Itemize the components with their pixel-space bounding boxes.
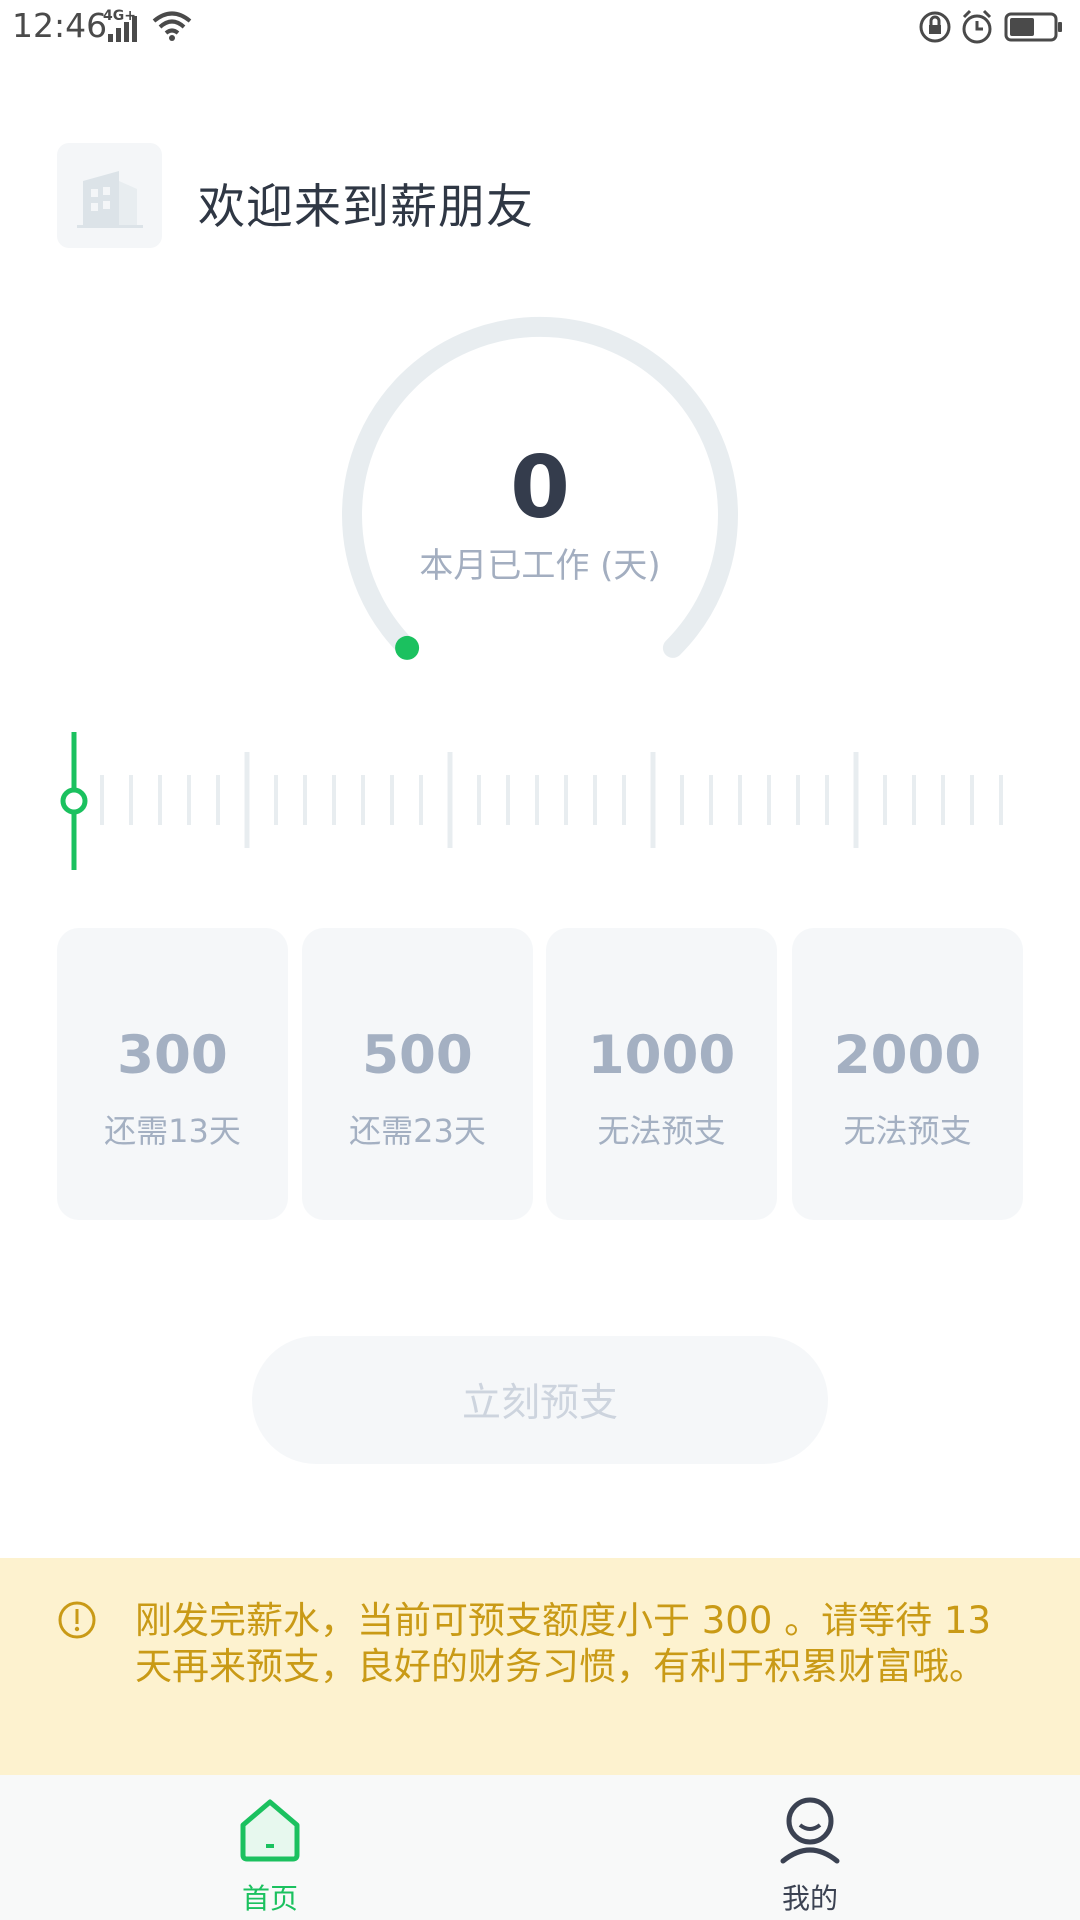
wifi-icon xyxy=(152,11,192,41)
advance-note: 无法预支 xyxy=(597,1112,726,1150)
company-logo xyxy=(57,143,162,248)
advance-amount: 2000 xyxy=(833,1025,982,1086)
user-icon xyxy=(780,1797,840,1864)
advance-option-500[interactable]: 500 还需23天 xyxy=(302,928,533,1220)
signal-icon xyxy=(108,16,137,42)
advance-note: 无法预支 xyxy=(843,1112,972,1150)
welcome-title: 欢迎来到薪朋友 xyxy=(198,180,534,235)
advance-option-1000[interactable]: 1000 无法预支 xyxy=(546,928,777,1220)
advance-option-2000[interactable]: 2000 无法预支 xyxy=(792,928,1023,1220)
workdays-label: 本月已工作 (天) xyxy=(419,546,661,586)
nav-mine[interactable]: 我的 xyxy=(710,1775,910,1920)
notice-text: 刚发完薪水，当前可预支额度小于 300 。请等待 13 天再来预支，良好的财务习… xyxy=(135,1599,991,1688)
workdays-ruler[interactable] xyxy=(55,725,1025,875)
status-bar: 12:46 4G+ xyxy=(0,0,1080,56)
home-icon xyxy=(240,1799,300,1862)
alarm-icon xyxy=(962,9,992,44)
status-time: 12:46 xyxy=(12,6,108,45)
advance-amount: 300 xyxy=(117,1025,228,1086)
lock-rotation-icon xyxy=(919,11,951,43)
nav-mine-label: 我的 xyxy=(781,1882,838,1915)
advance-now-button[interactable]: 立刻预支 xyxy=(252,1336,828,1464)
nav-home[interactable]: 首页 xyxy=(170,1775,370,1920)
advance-amount: 500 xyxy=(362,1025,473,1086)
building-icon xyxy=(77,171,143,228)
gauge-progress-dot xyxy=(395,635,420,660)
bottom-nav: 首页 我的 xyxy=(0,1775,1080,1920)
battery-icon xyxy=(1004,12,1062,42)
workdays-value: 0 xyxy=(510,438,570,538)
advance-note: 还需23天 xyxy=(349,1112,486,1150)
advance-amount: 1000 xyxy=(587,1025,736,1086)
nav-home-label: 首页 xyxy=(241,1882,298,1915)
advance-option-300[interactable]: 300 还需13天 xyxy=(57,928,288,1220)
info-icon xyxy=(58,1601,96,1639)
ruler-marker-knob xyxy=(60,787,88,815)
advance-note: 还需13天 xyxy=(104,1112,241,1150)
